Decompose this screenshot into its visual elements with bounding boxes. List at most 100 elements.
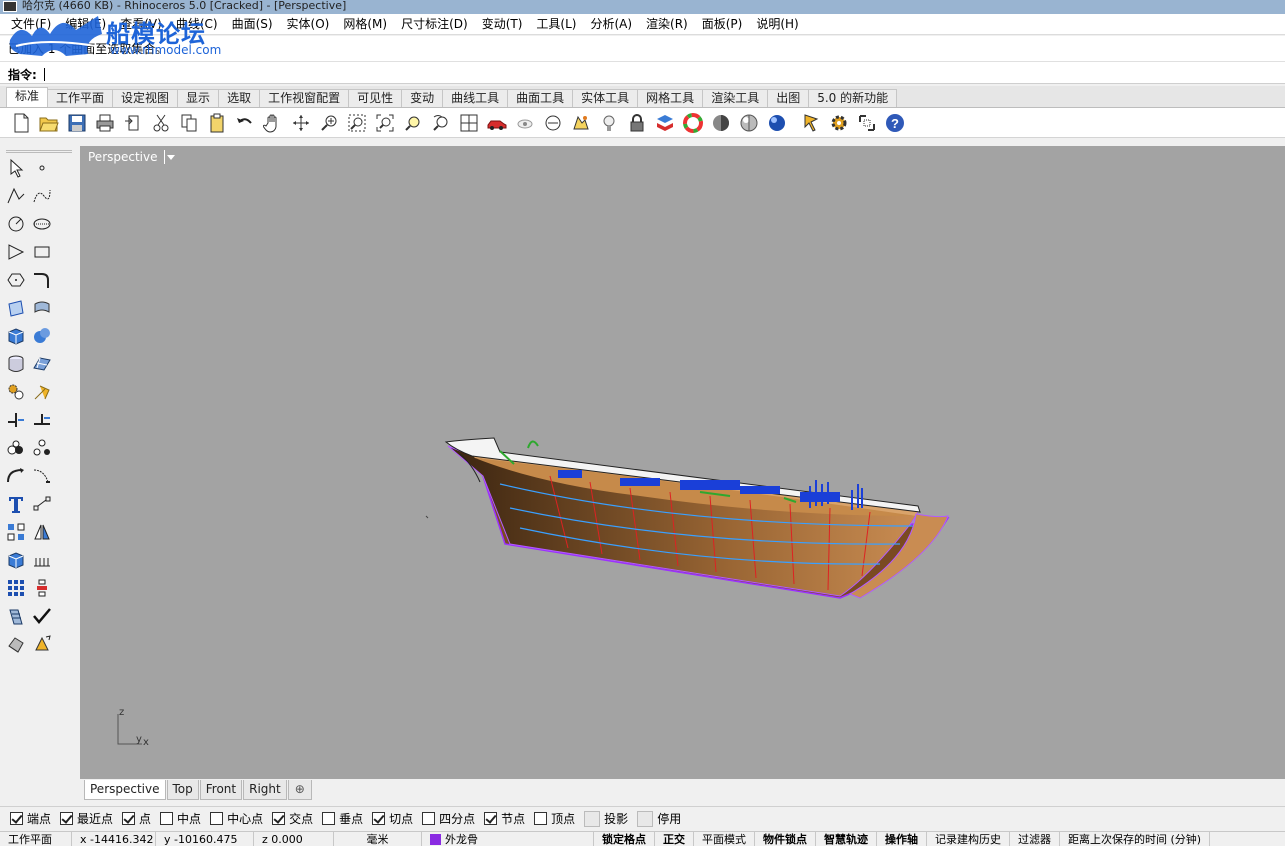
- align-icon[interactable]: [30, 576, 54, 600]
- status-ortho-button[interactable]: 正交: [655, 832, 694, 846]
- open-folder-icon[interactable]: [36, 110, 62, 136]
- fillet-icon[interactable]: [30, 268, 54, 292]
- lock-layer-icon[interactable]: [568, 110, 594, 136]
- osnap-intersection[interactable]: 交点: [272, 810, 313, 827]
- grid-snap-icon[interactable]: [854, 110, 880, 136]
- boolean-union-icon[interactable]: [30, 324, 54, 348]
- tab-set-view[interactable]: 设定视图: [112, 89, 179, 107]
- color-wheel-icon[interactable]: [680, 110, 706, 136]
- osnap-tangent[interactable]: 切点: [372, 810, 413, 827]
- viewport-tab-top[interactable]: Top: [166, 780, 199, 800]
- status-units[interactable]: 毫米: [334, 832, 422, 846]
- block-icon[interactable]: [4, 548, 28, 572]
- osnap-icon[interactable]: [798, 110, 824, 136]
- osnap-quadrant[interactable]: 四分点: [422, 810, 475, 827]
- osnap-quadrant-checkbox[interactable]: [422, 812, 436, 825]
- ungroup-icon[interactable]: [30, 436, 54, 460]
- status-cplane[interactable]: 工作平面: [0, 832, 72, 846]
- rhino-app-icon[interactable]: [3, 1, 17, 12]
- zoom-extents-icon[interactable]: [372, 110, 398, 136]
- tab-visibility[interactable]: 可见性: [348, 89, 403, 107]
- car-icon[interactable]: [484, 110, 510, 136]
- grid-array-icon[interactable]: [4, 576, 28, 600]
- rendered-sphere-icon[interactable]: [736, 110, 762, 136]
- add-viewport-tab-button[interactable]: ⊕: [287, 780, 312, 800]
- osnap-end-checkbox[interactable]: [10, 812, 23, 825]
- osnap-tangent-checkbox[interactable]: [372, 812, 386, 825]
- rotate-view-icon[interactable]: [288, 110, 314, 136]
- surface-corners-icon[interactable]: [4, 296, 28, 320]
- new-document-icon[interactable]: [8, 110, 34, 136]
- point-icon[interactable]: [30, 156, 54, 180]
- print-icon[interactable]: [92, 110, 118, 136]
- osnap-vertex[interactable]: 顶点: [534, 810, 575, 827]
- polyline-icon[interactable]: [4, 184, 28, 208]
- save-icon[interactable]: [64, 110, 90, 136]
- undo-icon[interactable]: [232, 110, 258, 136]
- tab-curve-tools[interactable]: 曲线工具: [442, 89, 509, 107]
- ship-model[interactable]: [80, 146, 1285, 779]
- osnap-point[interactable]: 点: [122, 810, 151, 827]
- mirror-icon[interactable]: [30, 520, 54, 544]
- osnap-near[interactable]: 最近点: [60, 810, 113, 827]
- tab-display[interactable]: 显示: [177, 89, 220, 107]
- osnap-perpendicular-checkbox[interactable]: [322, 812, 336, 825]
- status-grid-snap-button[interactable]: 锁定格点: [594, 832, 655, 846]
- osnap-knot-checkbox[interactable]: [484, 812, 498, 825]
- osnap-project[interactable]: 投影: [584, 810, 628, 827]
- copy-icon[interactable]: [176, 110, 202, 136]
- help-icon[interactable]: ?: [882, 110, 908, 136]
- status-planar-button[interactable]: 平面模式: [694, 832, 755, 846]
- shaded-sphere-icon[interactable]: [708, 110, 734, 136]
- menu-tools[interactable]: 工具(L): [529, 14, 583, 34]
- rectangle-icon[interactable]: [30, 240, 54, 264]
- ellipse-icon[interactable]: [30, 212, 54, 236]
- tab-render-tools[interactable]: 渲染工具: [702, 89, 769, 107]
- osnap-disable[interactable]: 停用: [637, 810, 681, 827]
- tab-surface-tools[interactable]: 曲面工具: [507, 89, 574, 107]
- command-input-caret[interactable]: [43, 68, 45, 81]
- pan-hand-icon[interactable]: [260, 110, 286, 136]
- osnap-disable-toggle[interactable]: [637, 810, 654, 827]
- osnap-intersection-checkbox[interactable]: [272, 812, 286, 825]
- import-icon[interactable]: [120, 110, 146, 136]
- four-viewports-icon[interactable]: [456, 110, 482, 136]
- arc-icon[interactable]: [4, 240, 28, 264]
- polygon-icon[interactable]: [4, 268, 28, 292]
- osnap-mid[interactable]: 中点: [160, 810, 201, 827]
- osnap-project-toggle[interactable]: [584, 810, 601, 827]
- viewport-tab-right[interactable]: Right: [243, 780, 287, 800]
- explode-icon[interactable]: [4, 380, 28, 404]
- tab-select[interactable]: 选取: [218, 89, 261, 107]
- menu-view[interactable]: 查看(V): [113, 14, 169, 34]
- menu-curve[interactable]: 曲线(C): [169, 14, 225, 34]
- menu-panels[interactable]: 面板(P): [695, 14, 750, 34]
- command-line[interactable]: 指令:: [0, 62, 1285, 84]
- osnap-knot[interactable]: 节点: [484, 810, 525, 827]
- box-icon[interactable]: [4, 324, 28, 348]
- text-icon[interactable]: [4, 492, 28, 516]
- hide-icon[interactable]: [512, 110, 538, 136]
- menu-file[interactable]: 文件(F): [4, 14, 58, 34]
- tab-viewport-layout[interactable]: 工作视窗配置: [259, 89, 350, 107]
- blue-sphere-icon[interactable]: [764, 110, 790, 136]
- hatch-icon[interactable]: [30, 548, 54, 572]
- tab-cplanes[interactable]: 工作平面: [47, 89, 114, 107]
- status-record-history-button[interactable]: 记录建构历史: [927, 832, 1010, 846]
- osnap-mid-checkbox[interactable]: [160, 812, 174, 825]
- cylinder-icon[interactable]: [4, 352, 28, 376]
- status-osnap-button[interactable]: 物件锁点: [755, 832, 816, 846]
- menu-analyze[interactable]: 分析(A): [583, 14, 639, 34]
- menu-solid[interactable]: 实体(O): [280, 14, 337, 34]
- tab-standard[interactable]: 标准: [6, 87, 49, 107]
- solid-tools-icon[interactable]: [4, 632, 28, 656]
- perspective-viewport[interactable]: Perspective z y x: [80, 146, 1285, 779]
- dimension-icon[interactable]: [30, 492, 54, 516]
- extrude-curve-icon[interactable]: [30, 296, 54, 320]
- toolbox-grip[interactable]: [6, 150, 72, 153]
- blend-icon[interactable]: [30, 464, 54, 488]
- cut-icon[interactable]: [148, 110, 174, 136]
- osnap-point-checkbox[interactable]: [122, 812, 136, 825]
- menu-edit[interactable]: 编辑(E): [58, 14, 113, 34]
- paste-icon[interactable]: [204, 110, 230, 136]
